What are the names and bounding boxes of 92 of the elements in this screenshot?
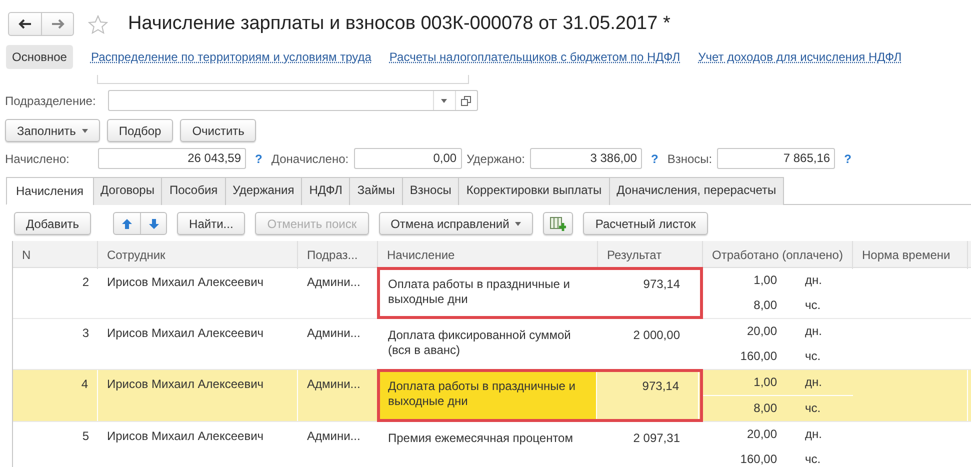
dropdown-caret-icon bbox=[515, 222, 522, 226]
tab[interactable]: Доначисления, перерасчеты bbox=[608, 177, 784, 205]
table-cell: 973,14 bbox=[597, 372, 699, 419]
total-label: Начислено: bbox=[5, 152, 70, 166]
total-label: Взносы: bbox=[667, 152, 712, 166]
tab[interactable]: Корректировки выплаты bbox=[458, 177, 610, 205]
column-header[interactable]: Норма времени bbox=[853, 241, 968, 269]
star-icon[interactable] bbox=[88, 14, 108, 34]
table-cell: 4 bbox=[13, 370, 98, 421]
total-field[interactable]: 3 386,00 bbox=[530, 148, 642, 169]
field-label: Подразделение: bbox=[5, 94, 96, 108]
help-link[interactable]: ? bbox=[255, 152, 262, 166]
table-plus-icon bbox=[550, 216, 566, 230]
subdivision-field[interactable] bbox=[108, 90, 478, 111]
table-cell-text: Доплата фиксированной суммой (вся в аванс) bbox=[387, 327, 572, 359]
total-field[interactable]: 0,00 bbox=[354, 148, 462, 169]
input-field[interactable] bbox=[97, 75, 469, 84]
table-row[interactable]: 2 Ирисов Михаил Алексеевич Админи... Оплата работы в праздничные и выходные дни 973,14 1,00 дн. 8,00 чс. bbox=[13, 268, 971, 319]
tab[interactable]: Начисления bbox=[6, 177, 94, 205]
back-arrow-icon bbox=[18, 19, 32, 29]
table-cell-text: 1,00 bbox=[752, 375, 778, 390]
table-cell-text: дн. bbox=[804, 273, 823, 288]
table-cell-text: Ирисов Михаил Алексеевич bbox=[106, 325, 265, 342]
help-link[interactable]: ? bbox=[844, 152, 852, 166]
table-cell-text: дн. bbox=[804, 375, 823, 390]
table-cell: Доплата работы в праздничные и выходные дни bbox=[380, 372, 597, 419]
tab[interactable]: НДФЛ bbox=[301, 177, 350, 205]
dropdown-caret-icon bbox=[82, 128, 88, 132]
dropdown-caret-icon bbox=[441, 98, 448, 102]
table-cell-text: Ирисов Михаил Алексеевич bbox=[106, 428, 265, 445]
toolbar-button[interactable]: Очистить bbox=[180, 119, 256, 142]
table-cell: Админи... bbox=[298, 370, 378, 421]
tab[interactable]: Займы bbox=[349, 177, 403, 205]
section-link[interactable]: Расчеты налогоплательщиков с бюджетом по НДФЛ bbox=[389, 50, 680, 64]
table-cell-text: 1,00 bbox=[752, 273, 778, 288]
table-cell-text: 973,14 bbox=[642, 276, 681, 293]
toolbar-button[interactable]: Добавить bbox=[14, 212, 92, 235]
table-cell-text: Админи... bbox=[306, 274, 362, 291]
add-columns-button[interactable] bbox=[543, 212, 574, 235]
toolbar-button[interactable]: Отмена исправлений bbox=[378, 212, 534, 235]
total-label: Доначислено: bbox=[271, 152, 349, 166]
table-cell-text: 160,00 bbox=[739, 349, 778, 364]
total-label: Удержано: bbox=[466, 152, 525, 166]
table-cell-text: 8,00 bbox=[752, 401, 778, 416]
toolbar-button[interactable]: Подбор bbox=[106, 119, 174, 142]
table-cell-text: 2 000,00 bbox=[632, 327, 681, 344]
column-header[interactable]: Подраз... bbox=[298, 241, 378, 269]
table-row[interactable]: 5 Ирисов Михаил Алексеевич Админи... Премия ежемесячная процентом 2 097,31 20,00 дн. 160,00 чс. bbox=[13, 422, 971, 467]
down-arrow-icon bbox=[148, 218, 160, 230]
total-field[interactable]: 26 043,59 bbox=[98, 148, 246, 169]
section-link[interactable]: Распределение по территориям и условиям труда bbox=[90, 50, 372, 64]
table-cell-text: чс. bbox=[804, 349, 822, 364]
table-cell-text: 5 bbox=[81, 428, 90, 445]
tab[interactable]: Договоры bbox=[92, 177, 162, 205]
table-cell: Ирисов Михаил Алексеевич bbox=[98, 370, 298, 421]
table-cell-text: Админи... bbox=[306, 428, 362, 445]
table-cell-text: 8,00 bbox=[752, 298, 778, 313]
table-cell-text: дн. bbox=[804, 324, 823, 339]
toolbar-button[interactable]: Расчетный листок bbox=[583, 212, 708, 235]
column-header[interactable]: Результат bbox=[598, 241, 703, 269]
table-cell-text: дн. bbox=[804, 427, 823, 442]
table-cell-text: 160,00 bbox=[739, 452, 778, 467]
up-arrow-icon bbox=[121, 218, 134, 230]
table-cell-text: чс. bbox=[804, 401, 822, 416]
table-row[interactable]: 4 Ирисов Михаил Алексеевич Админи... Доплата работы в праздничные и выходные дни 973,14 1,00 дн. 8,00 чс. bbox=[13, 370, 971, 422]
table-cell-text: чс. bbox=[804, 298, 822, 313]
table-cell-text: 20,00 bbox=[746, 324, 778, 339]
table-cell-text: Админи... bbox=[306, 325, 362, 342]
column-header[interactable]: Начисление bbox=[378, 241, 598, 269]
window-title: Начисление зарплаты и взносов 003К-000078 от 31.05.2017 * bbox=[128, 13, 670, 35]
section-tab[interactable]: Основное bbox=[6, 45, 73, 69]
table-cell-text: Оплата работы в праздничные и выходные дни bbox=[387, 276, 571, 308]
table-cell-text: Премия ежемесячная процентом bbox=[387, 430, 574, 447]
column-header[interactable]: Отработано (оплачено) bbox=[703, 241, 853, 269]
section-link[interactable]: Учет доходов для исчисления НДФЛ bbox=[698, 50, 902, 64]
tab[interactable]: Удержания bbox=[224, 177, 302, 205]
table-cell-text: чс. bbox=[804, 452, 822, 467]
column-header[interactable]: N bbox=[13, 241, 98, 269]
table-cell-text: 20,00 bbox=[746, 427, 778, 442]
table-cell-text: 3 bbox=[81, 325, 90, 342]
table-cell-text: 2 bbox=[81, 274, 90, 291]
open-window-icon bbox=[461, 96, 472, 106]
help-link[interactable]: ? bbox=[650, 152, 658, 166]
toolbar-button[interactable]: Найти... bbox=[177, 212, 246, 235]
tab[interactable]: Пособия bbox=[161, 177, 226, 205]
tab[interactable]: Взносы bbox=[402, 177, 460, 205]
table-cell-text: Ирисов Михаил Алексеевич bbox=[106, 274, 265, 291]
toolbar-button[interactable]: Заполнить bbox=[5, 119, 100, 142]
column-header[interactable]: Сотрудник bbox=[98, 241, 298, 269]
table-cell-text: 2 097,31 bbox=[632, 430, 681, 447]
forward-arrow-icon bbox=[50, 19, 64, 29]
total-field[interactable]: 7 865,16 bbox=[717, 148, 836, 169]
